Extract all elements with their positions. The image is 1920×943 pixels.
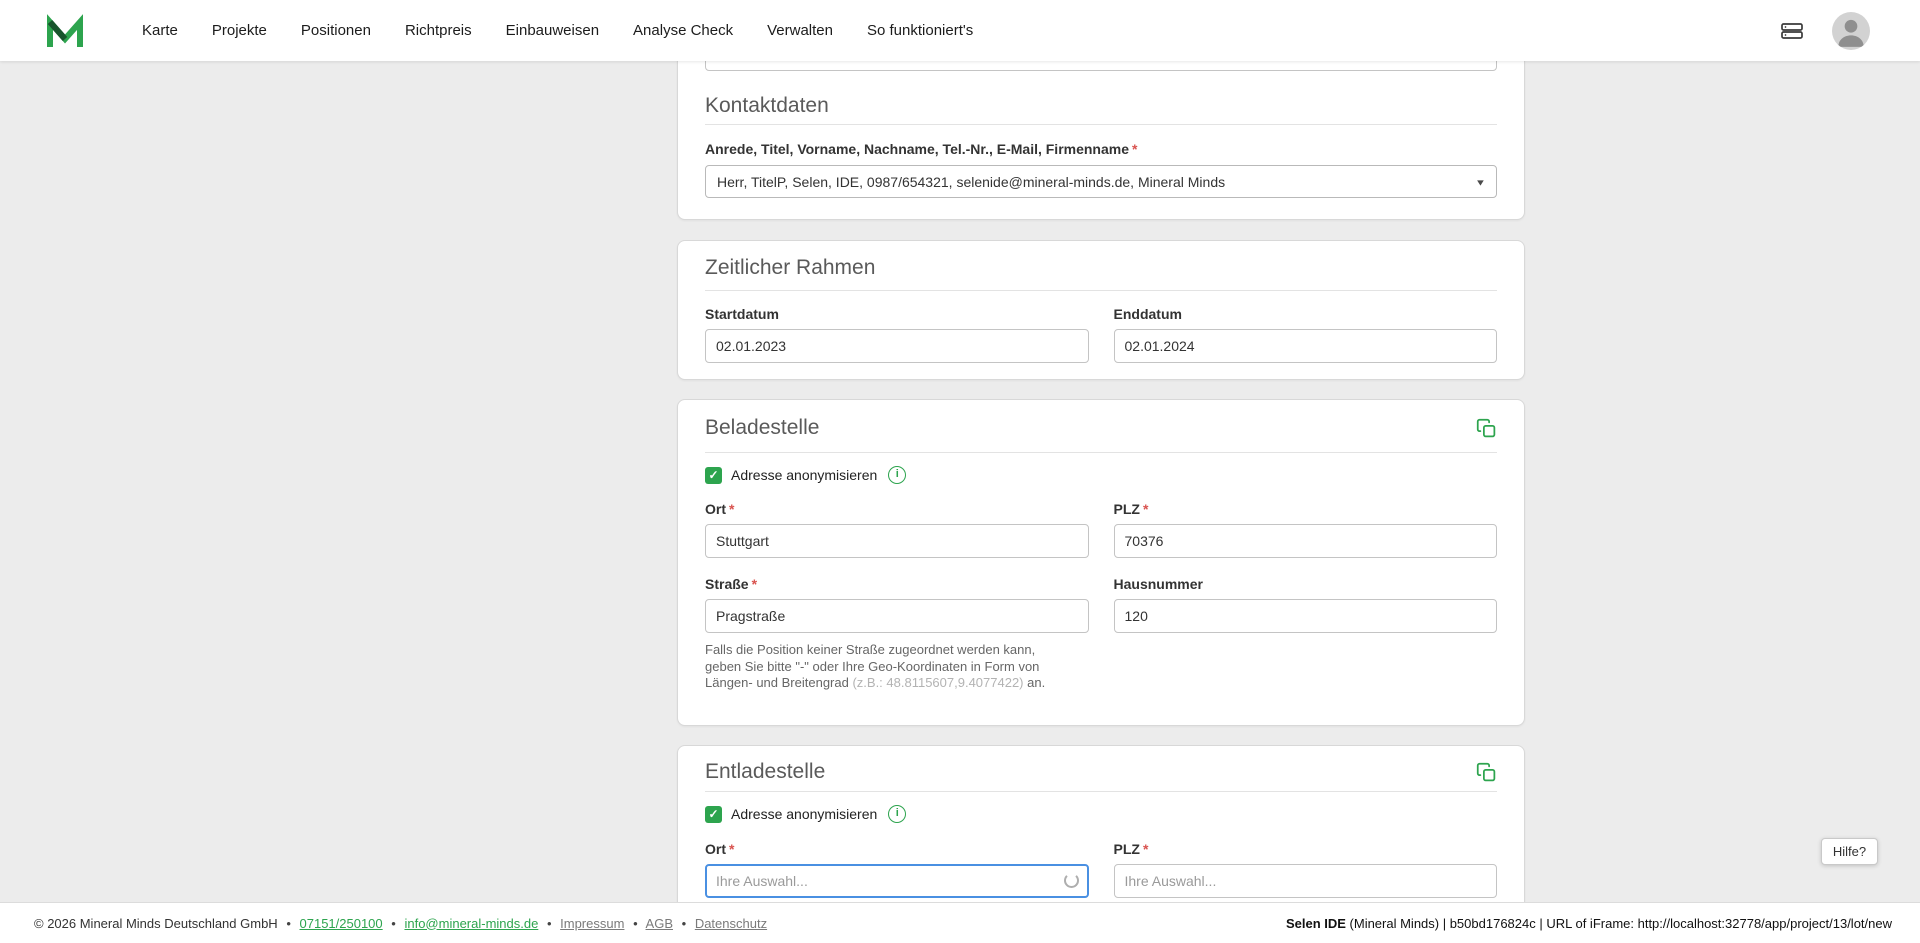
info-icon[interactable]: i xyxy=(888,805,906,823)
email-link[interactable]: info@mineral-minds.de xyxy=(404,916,538,931)
section-title-kontaktdaten: Kontaktdaten xyxy=(705,93,829,119)
section-title-beladestelle: Beladestelle xyxy=(705,415,819,441)
footer: © 2026 Mineral Minds Deutschland GmbH • … xyxy=(0,902,1920,943)
app-logo[interactable] xyxy=(45,11,85,51)
info-icon[interactable]: i xyxy=(888,466,906,484)
phone-link[interactable]: 07151/250100 xyxy=(300,916,383,931)
section-divider xyxy=(705,290,1497,291)
required-mark: * xyxy=(729,501,734,517)
startdatum-label: Startdatum xyxy=(705,306,1089,323)
enddatum-label: Enddatum xyxy=(1114,306,1498,323)
required-mark: * xyxy=(1143,841,1148,857)
plz-input[interactable] xyxy=(1114,864,1498,898)
main-nav: Karte Projekte Positionen Richtpreis Ein… xyxy=(142,22,973,39)
plz-label: PLZ* xyxy=(1114,501,1498,518)
required-mark: * xyxy=(1132,141,1137,157)
nav-item-analyse-check[interactable]: Analyse Check xyxy=(633,22,733,39)
section-title-zeitlicher-rahmen: Zeitlicher Rahmen xyxy=(705,255,875,281)
strasse-help-text: Falls die Position keiner Straße zugeord… xyxy=(705,642,1073,692)
navbar: Karte Projekte Positionen Richtpreis Ein… xyxy=(0,0,1920,61)
ort-label: Ort* xyxy=(705,841,1089,858)
contact-select-value: Herr, TitelP, Selen, IDE, 0987/654321, s… xyxy=(717,174,1225,190)
ort-input[interactable] xyxy=(705,524,1089,558)
avatar[interactable] xyxy=(1832,12,1870,50)
strasse-label: Straße* xyxy=(705,576,1089,593)
copyright-text: © 2026 Mineral Minds Deutschland GmbH xyxy=(34,916,278,931)
nav-item-einbauweisen[interactable]: Einbauweisen xyxy=(506,22,599,39)
chevron-down-icon: ▼ xyxy=(1475,177,1486,187)
nav-item-richtpreis[interactable]: Richtpreis xyxy=(405,22,472,39)
anonymize-label: Adresse anonymisieren xyxy=(731,806,877,822)
datenschutz-link[interactable]: Datenschutz xyxy=(695,916,767,931)
contact-field-label: Anrede, Titel, Vorname, Nachname, Tel.-N… xyxy=(705,141,1497,158)
loading-spinner-icon xyxy=(1064,873,1079,888)
required-mark: * xyxy=(1143,501,1148,517)
copy-address-icon[interactable] xyxy=(1476,762,1497,783)
required-mark: * xyxy=(729,841,734,857)
session-info: (Mineral Minds) | b50bd176824c | URL of … xyxy=(1346,916,1892,931)
nav-item-projekte[interactable]: Projekte xyxy=(212,22,267,39)
section-divider xyxy=(705,791,1497,792)
contact-select[interactable]: Herr, TitelP, Selen, IDE, 0987/654321, s… xyxy=(705,165,1497,198)
nav-item-verwalten[interactable]: Verwalten xyxy=(767,22,833,39)
required-mark: * xyxy=(752,576,757,592)
server-icon[interactable] xyxy=(1778,19,1806,43)
ort-input[interactable] xyxy=(705,864,1089,898)
hausnummer-input[interactable] xyxy=(1114,599,1498,633)
hausnummer-label: Hausnummer xyxy=(1114,576,1498,593)
nav-item-karte[interactable]: Karte xyxy=(142,22,178,39)
section-title-entladestelle: Entladestelle xyxy=(705,759,825,785)
anonymize-checkbox[interactable]: ✓ xyxy=(705,806,722,823)
ort-label: Ort* xyxy=(705,501,1089,518)
anonymize-label: Adresse anonymisieren xyxy=(731,467,877,483)
copy-address-icon[interactable] xyxy=(1476,418,1497,439)
enddatum-input[interactable] xyxy=(1114,329,1498,363)
agb-link[interactable]: AGB xyxy=(646,916,673,931)
timeframe-card: Zeitlicher Rahmen Startdatum Enddatum xyxy=(677,240,1525,380)
impressum-link[interactable]: Impressum xyxy=(560,916,624,931)
plz-input[interactable] xyxy=(1114,524,1498,558)
section-divider xyxy=(705,452,1497,453)
session-user: Selen IDE xyxy=(1286,916,1346,931)
footer-left: © 2026 Mineral Minds Deutschland GmbH • … xyxy=(34,916,767,931)
anonymize-checkbox[interactable]: ✓ xyxy=(705,467,722,484)
strasse-input[interactable] xyxy=(705,599,1089,633)
help-button[interactable]: Hilfe? xyxy=(1821,838,1878,865)
nav-item-so-funktionierts[interactable]: So funktioniert's xyxy=(867,22,973,39)
startdatum-input[interactable] xyxy=(705,329,1089,363)
beladestelle-card: Beladestelle ✓ Adresse anonymisieren i O… xyxy=(677,399,1525,726)
nav-item-positionen[interactable]: Positionen xyxy=(301,22,371,39)
footer-right: Selen IDE (Mineral Minds) | b50bd176824c… xyxy=(1286,916,1892,931)
plz-label: PLZ* xyxy=(1114,841,1498,858)
section-divider xyxy=(705,124,1497,125)
